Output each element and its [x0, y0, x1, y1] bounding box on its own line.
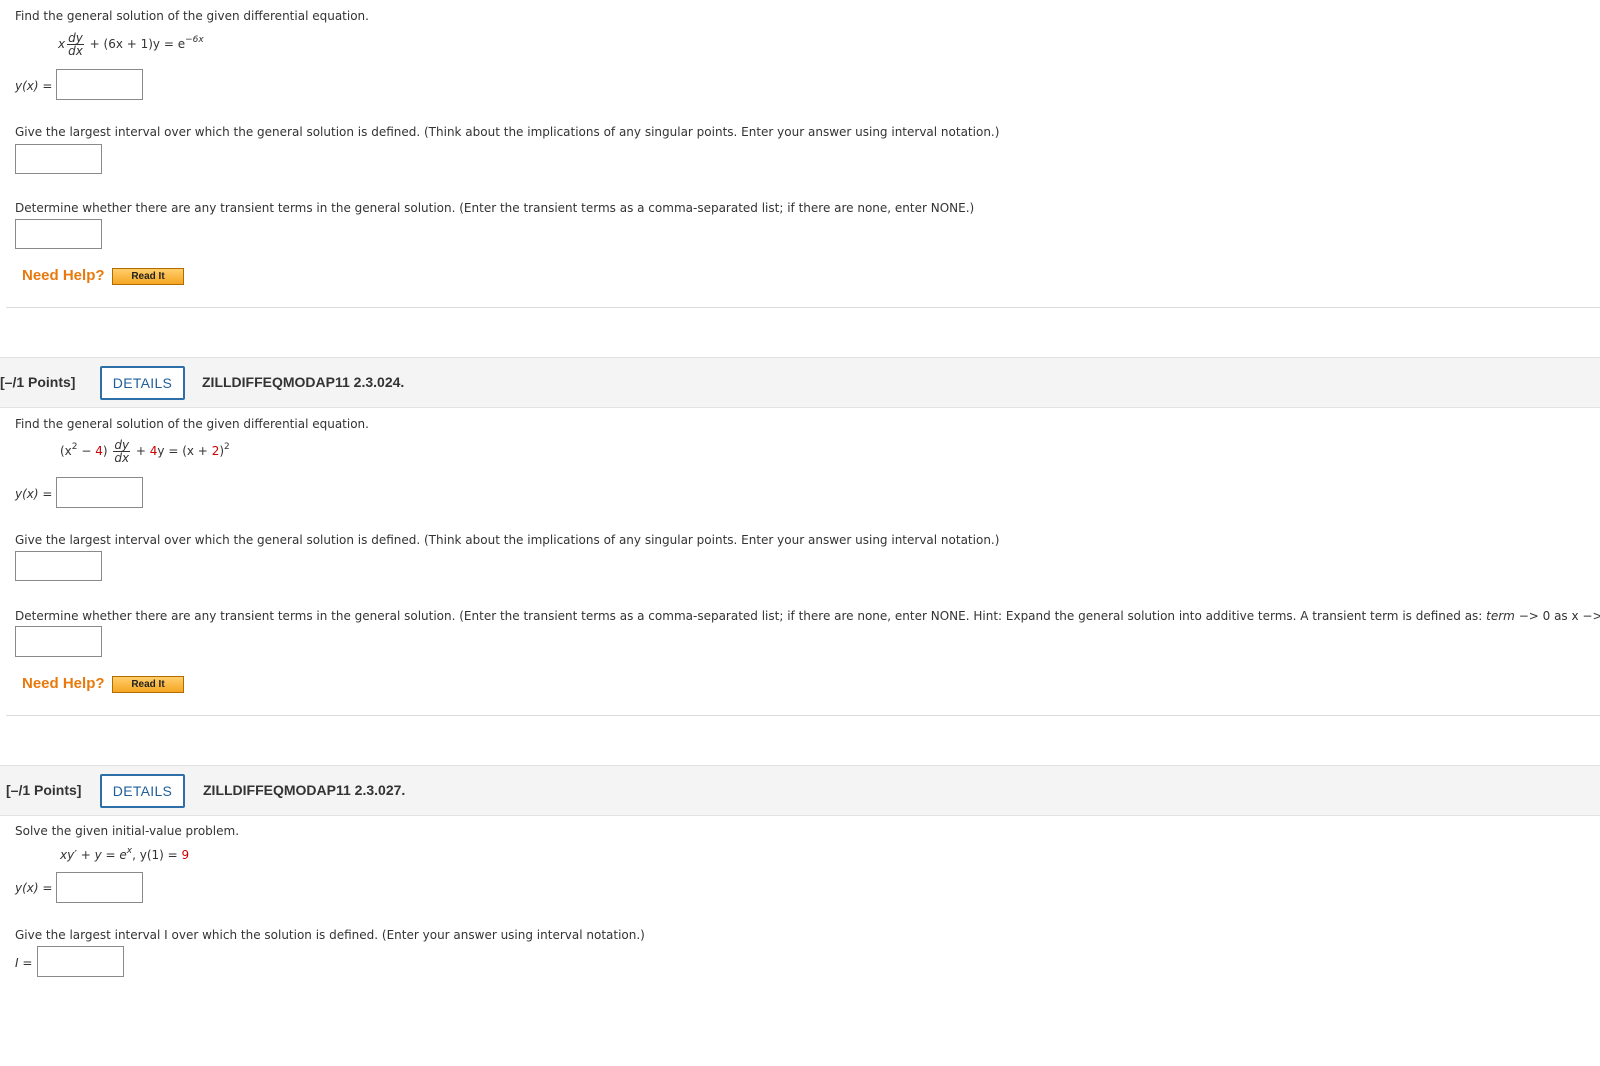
q2-equation: (x2 − 4) dy dx + 4y = (x + 2)2	[60, 438, 230, 465]
q2-need-help: Need Help?	[22, 675, 105, 692]
q3-yx-input[interactable]	[56, 872, 143, 903]
q1-interval-input[interactable]	[15, 144, 102, 174]
q2-question-id: ZILLDIFFEQMODAP11 2.3.024.	[202, 374, 405, 390]
q2-yx-label: y(x) =	[15, 487, 53, 501]
q1-read-it-button[interactable]: Read It	[112, 268, 184, 285]
q3-interval-input[interactable]	[37, 946, 124, 977]
q2-transient-prompt: Determine whether there are any transien…	[15, 609, 1600, 623]
q3-equation: xy′ + y = ex, y(1) = 9	[60, 846, 190, 862]
q3-yx-label: y(x) =	[15, 881, 53, 895]
q2-interval-input[interactable]	[15, 551, 102, 581]
q2-interval-prompt: Give the largest interval over which the…	[15, 533, 1000, 547]
q3-points: [–/1 Points]	[6, 782, 82, 798]
q2-points: [–/1 Points]	[0, 374, 76, 390]
q2-prompt: Find the general solution of the given d…	[15, 417, 369, 431]
q3-question-id: ZILLDIFFEQMODAP11 2.3.027.	[203, 782, 406, 798]
q2-yx-input[interactable]	[56, 477, 143, 508]
q1-need-help: Need Help?	[22, 267, 105, 284]
divider	[6, 307, 1600, 308]
q1-prompt: Find the general solution of the given d…	[15, 9, 369, 23]
q1-transient-prompt: Determine whether there are any transien…	[15, 201, 975, 215]
q1-equation: x dy dx + (6x + 1)y = e−6x	[58, 31, 204, 58]
q3-prompt: Solve the given initial-value problem.	[15, 824, 240, 838]
q1-transient-input[interactable]	[15, 219, 102, 249]
q1-yx-label: y(x) =	[15, 79, 53, 93]
q2-transient-input[interactable]	[15, 626, 102, 657]
q2-details-button[interactable]: DETAILS	[100, 366, 185, 400]
q3-interval-prompt: Give the largest interval I over which t…	[15, 928, 645, 942]
q1-interval-prompt: Give the largest interval over which the…	[15, 125, 1000, 139]
q3-i-label: I =	[15, 956, 33, 970]
q2-read-it-button[interactable]: Read It	[112, 676, 184, 693]
q1-yx-input[interactable]	[56, 69, 143, 100]
q3-details-button[interactable]: DETAILS	[100, 774, 185, 808]
divider	[6, 715, 1600, 716]
